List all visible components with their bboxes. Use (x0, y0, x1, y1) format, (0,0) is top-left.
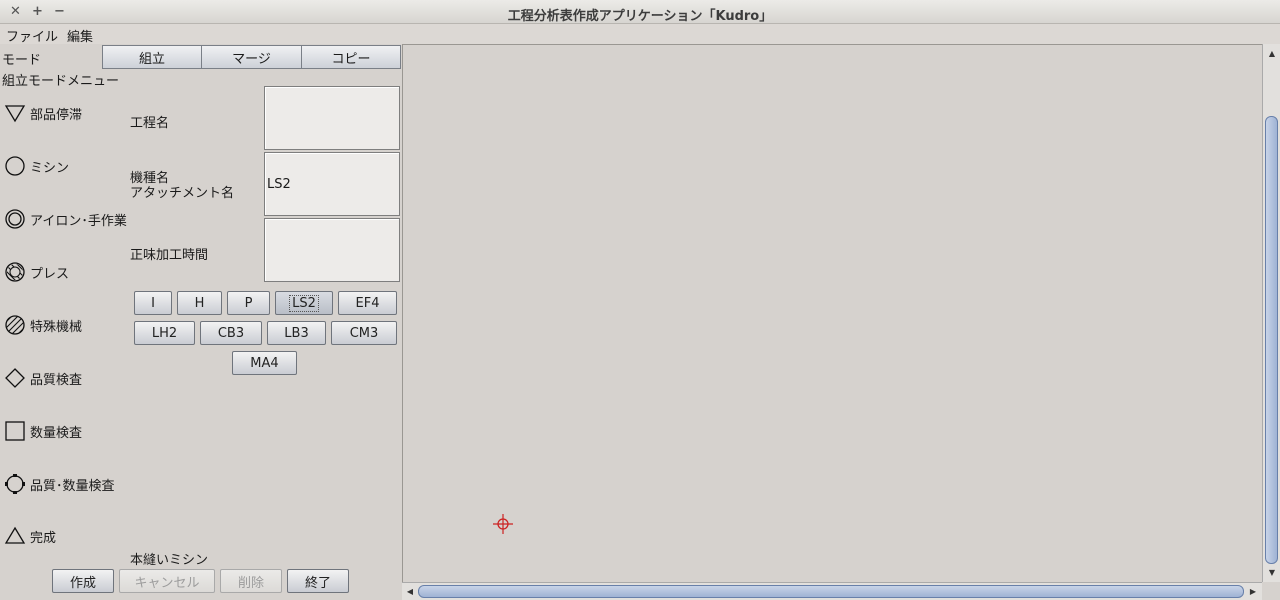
double-circle-icon (4, 208, 26, 230)
square-icon (4, 420, 26, 442)
machine-button-lh2[interactable]: LH2 (134, 321, 195, 345)
left-panel: モード 組立 マージ コピー 組立モードメニュー 部品停滞 ミシン アイロン･手… (0, 44, 402, 600)
machine-button-label: LB3 (284, 325, 309, 341)
machine-button-cm3[interactable]: CM3 (331, 321, 397, 345)
circle-icon (4, 155, 26, 177)
symbol-label: 品質･数量検査 (30, 478, 115, 494)
menu-edit[interactable]: 編集 (67, 26, 93, 45)
symbol-item-completion[interactable]: 完成 (4, 526, 56, 546)
cancel-button[interactable]: キャンセル (119, 569, 215, 593)
symbol-item-quality-inspection[interactable]: 品質検査 (4, 367, 82, 389)
triangle-icon (4, 526, 26, 546)
octagon-circle-icon (4, 473, 26, 495)
scroll-up-icon[interactable]: ▲ (1265, 46, 1279, 60)
vertical-scroll-thumb[interactable] (1265, 116, 1278, 564)
scroll-down-icon[interactable]: ▼ (1265, 565, 1279, 579)
symbol-item-special-machine[interactable]: 特殊機械 (4, 314, 82, 336)
hatched-circle-icon (4, 261, 26, 283)
horizontal-scrollbar[interactable]: ◀ ▶ (402, 582, 1262, 600)
net-processing-time-label: 正味加工時間 (130, 248, 209, 263)
crosshair-icon (492, 513, 514, 539)
machine-button-h[interactable]: H (177, 291, 222, 315)
symbol-item-quantity-inspection[interactable]: 数量検査 (4, 420, 82, 442)
scroll-corner (1262, 582, 1280, 600)
symbol-item-sewing[interactable]: ミシン (4, 155, 69, 177)
scroll-left-icon[interactable]: ◀ (403, 584, 417, 598)
net-processing-time-field[interactable] (264, 218, 400, 282)
scroll-right-icon[interactable]: ▶ (1246, 584, 1260, 598)
machine-button-label: P (244, 295, 253, 311)
machine-button-label: CB3 (217, 325, 245, 341)
inverted-triangle-icon (4, 103, 26, 123)
menu-bar: ファイル 編集 (0, 24, 1280, 45)
machine-button-ma4[interactable]: MA4 (232, 351, 297, 375)
mode-label: モード (2, 53, 42, 68)
symbol-item-press[interactable]: プレス (4, 261, 69, 283)
machine-name-field[interactable]: LS2 (264, 152, 400, 216)
machine-button-lb3[interactable]: LB3 (267, 321, 326, 345)
machine-button-label: EF4 (355, 295, 380, 311)
diamond-icon (4, 367, 26, 389)
symbol-item-iron-manual[interactable]: アイロン･手作業 (4, 208, 127, 230)
symbol-label: 完成 (30, 530, 57, 546)
symbol-label: ミシン (30, 160, 70, 176)
drawing-canvas[interactable] (402, 44, 1262, 582)
attachment-name-label: アタッチメント名 (130, 186, 235, 201)
machine-button-ef4[interactable]: EF4 (338, 291, 397, 315)
symbol-label: 数量検査 (30, 425, 83, 441)
process-name-label: 工程名 (130, 116, 170, 131)
machine-button-label: LH2 (151, 325, 178, 341)
symbol-item-part-stagnation[interactable]: 部品停滞 (4, 103, 82, 123)
machine-button-cb3[interactable]: CB3 (200, 321, 262, 345)
machine-button-p[interactable]: P (227, 291, 270, 315)
process-name-field[interactable] (264, 86, 400, 150)
machine-button-ls2[interactable]: LS2 (275, 291, 333, 315)
horizontal-scroll-thumb[interactable] (418, 585, 1244, 598)
diagonal-hatched-circle-icon (4, 314, 26, 336)
mode-copy-button[interactable]: コピー (301, 45, 401, 69)
title-bar: ✕ + − 工程分析表作成アプリケーション「Kudro」 (0, 0, 1280, 24)
machine-button-i[interactable]: I (134, 291, 172, 315)
machine-button-label: MA4 (250, 355, 279, 371)
symbol-label: 品質検査 (30, 372, 83, 388)
symbol-label: 部品停滞 (30, 107, 83, 123)
machine-button-label: CM3 (349, 325, 379, 341)
menu-file[interactable]: ファイル (6, 26, 58, 45)
machine-button-label: I (151, 295, 155, 311)
mode-merge-button[interactable]: マージ (201, 45, 302, 69)
mode-menu-title: 組立モードメニュー (2, 74, 120, 89)
symbol-label: 特殊機械 (30, 319, 83, 335)
symbol-label: アイロン･手作業 (30, 213, 127, 229)
vertical-scrollbar[interactable]: ▲ ▼ (1262, 44, 1280, 582)
symbol-label: プレス (30, 266, 70, 282)
create-button[interactable]: 作成 (52, 569, 114, 593)
machine-button-label: LS2 (289, 294, 319, 312)
mode-assembly-button[interactable]: 組立 (102, 45, 202, 69)
window-title: 工程分析表作成アプリケーション「Kudro」 (507, 9, 773, 24)
delete-button[interactable]: 削除 (220, 569, 282, 593)
exit-button[interactable]: 終了 (287, 569, 349, 593)
machine-button-label: H (194, 295, 205, 311)
symbol-item-quality-quantity-inspection[interactable]: 品質･数量検査 (4, 473, 115, 495)
status-text: 本縫いミシン (130, 553, 209, 568)
